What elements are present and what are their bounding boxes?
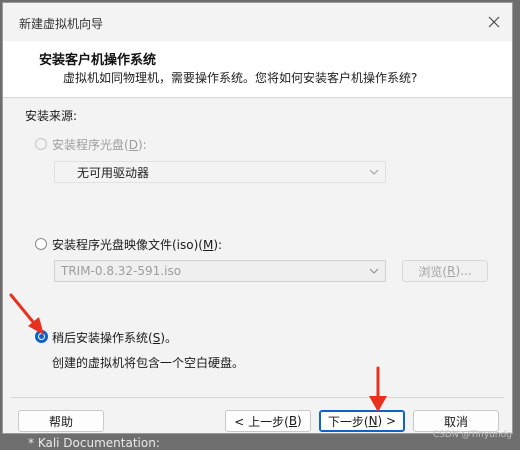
next-label-end: ) > bbox=[377, 414, 397, 428]
red-arrow-icon bbox=[369, 366, 387, 412]
drive-select[interactable]: 无可用驱动器 bbox=[54, 161, 386, 183]
browse-label: 浏览( bbox=[418, 264, 448, 279]
back-label: < 上一步( bbox=[234, 414, 289, 429]
install-later-label-text: 稍后安装操作系统( bbox=[52, 331, 153, 345]
red-arrow-icon bbox=[9, 293, 44, 335]
install-source-label: 安装来源: bbox=[25, 109, 78, 123]
next-button[interactable]: 下一步(N) > bbox=[319, 410, 405, 432]
browse-label-end: )... bbox=[455, 264, 472, 278]
cancel-button[interactable]: 取消 bbox=[413, 410, 499, 432]
radio-install-disc[interactable] bbox=[35, 138, 47, 150]
browse-mnemonic: R bbox=[447, 264, 456, 278]
install-iso-label-text: 安装程序光盘映像文件(iso)( bbox=[52, 238, 203, 252]
next-label: 下一步( bbox=[327, 414, 369, 429]
install-iso-label: 安装程序光盘映像文件(iso)(M): bbox=[52, 236, 222, 253]
next-mnemonic: N bbox=[368, 414, 378, 428]
radio-install-iso[interactable] bbox=[35, 238, 47, 250]
page-title: 安装客户机操作系统 bbox=[39, 53, 157, 68]
install-disc-label-end: ): bbox=[137, 138, 147, 152]
footer-divider bbox=[11, 397, 504, 398]
iso-path-combo[interactable]: TRIM-0.8.32-591.iso bbox=[54, 260, 386, 282]
install-disc-mnemonic: D bbox=[128, 138, 138, 152]
back-label-end: ) bbox=[297, 414, 302, 428]
back-mnemonic: B bbox=[288, 414, 298, 428]
close-icon bbox=[488, 16, 500, 28]
install-iso-label-end: ): bbox=[213, 238, 223, 252]
browse-button[interactable]: 浏览(R)... bbox=[402, 260, 488, 282]
close-button[interactable] bbox=[482, 11, 506, 33]
new-vm-wizard-dialog: 新建虚拟机向导 安装客户机操作系统 虚拟机如同物理机，需要操作系统。您将如何安装… bbox=[2, 2, 513, 434]
watermark: CSDN @Tinyundg bbox=[432, 430, 512, 440]
background-text: * Kali Documentation: bbox=[28, 436, 160, 450]
install-disc-label-text: 安装程序光盘( bbox=[52, 138, 129, 152]
chevron-down-icon bbox=[369, 169, 379, 175]
install-later-description: 创建的虚拟机将包含一个空白硬盘。 bbox=[52, 356, 245, 370]
title-bar: 新建虚拟机向导 bbox=[3, 3, 512, 41]
drive-select-value: 无可用驱动器 bbox=[77, 165, 150, 180]
wizard-header: 安装客户机操作系统 虚拟机如同物理机，需要操作系统。您将如何安装客户机操作系统? bbox=[3, 41, 512, 98]
window-title: 新建虚拟机向导 bbox=[19, 17, 104, 31]
install-iso-mnemonic: M bbox=[202, 238, 214, 252]
help-button[interactable]: 帮助 bbox=[18, 410, 104, 432]
page-subtitle: 虚拟机如同物理机，需要操作系统。您将如何安装客户机操作系统? bbox=[63, 71, 418, 85]
iso-path-value: TRIM-0.8.32-591.iso bbox=[61, 264, 182, 278]
back-button[interactable]: < 上一步(B) bbox=[225, 410, 311, 432]
chevron-down-icon bbox=[369, 268, 379, 274]
install-later-label: 稍后安装操作系统(S)。 bbox=[52, 329, 177, 346]
install-disc-label: 安装程序光盘(D): bbox=[52, 136, 147, 153]
install-later-label-end: )。 bbox=[160, 331, 177, 345]
